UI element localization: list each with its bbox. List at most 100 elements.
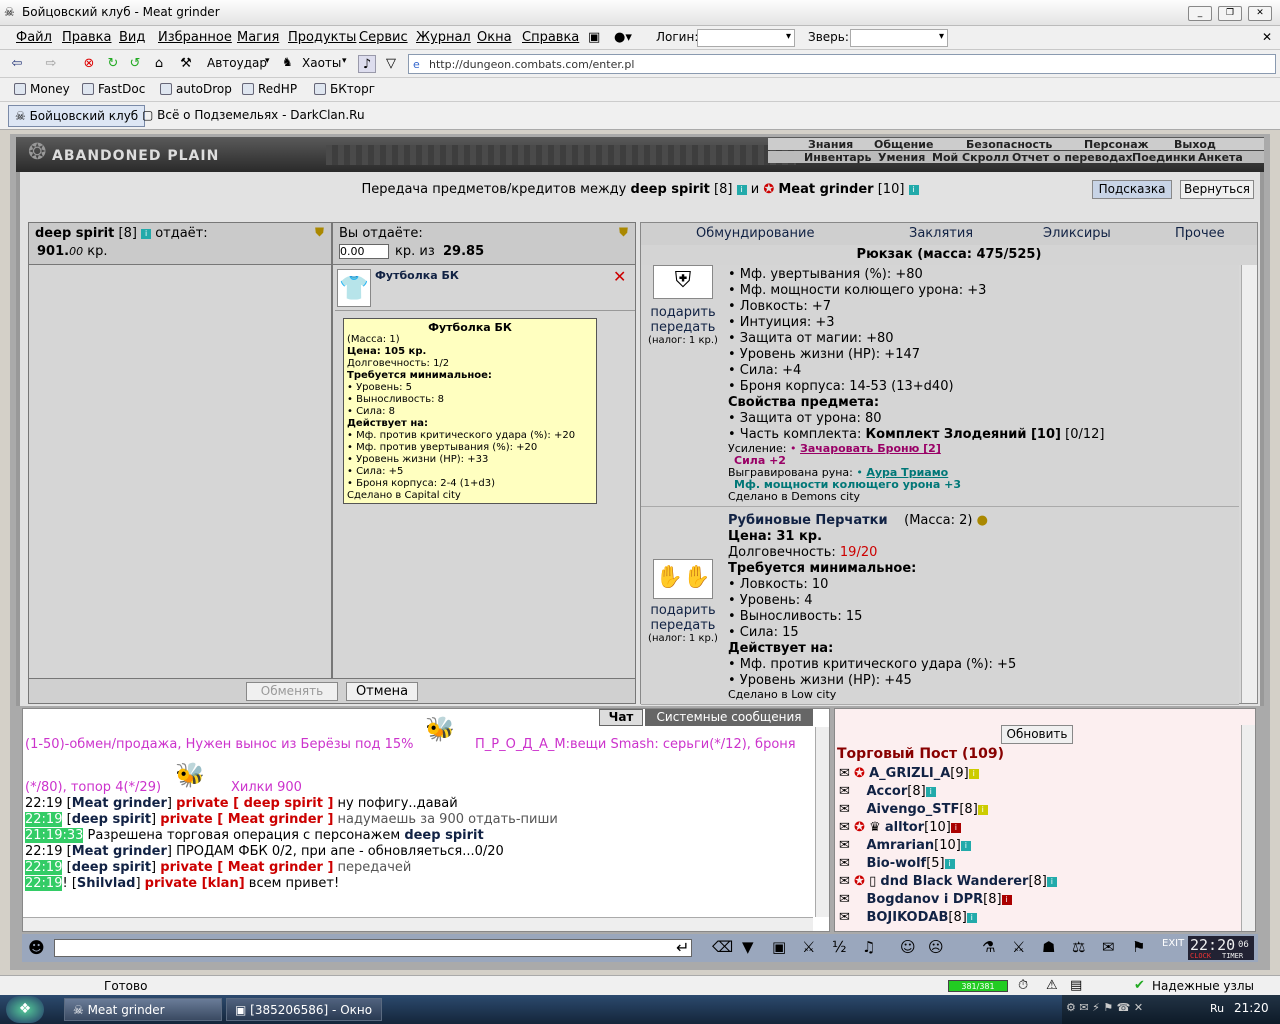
nav-skills[interactable]: Умения <box>878 151 925 164</box>
refresh-button[interactable]: Обновить <box>1001 725 1073 744</box>
user-row[interactable]: ✉ Accor[8] i <box>839 784 936 799</box>
info-icon[interactable]: i <box>925 787 936 797</box>
home-icon[interactable]: ⌂ <box>150 55 168 73</box>
info-icon[interactable]: i <box>944 859 955 869</box>
gloves-icon[interactable]: ✋✋ <box>653 559 713 599</box>
user-row[interactable]: ✉ Aivengo_STF[8] i <box>839 802 988 817</box>
task-meat-grinder[interactable]: ☠ Meat grinder <box>64 998 222 1021</box>
info-icon[interactable]: i <box>1046 877 1057 887</box>
chat-user[interactable]: deep spirit <box>72 812 151 827</box>
maximize-button[interactable]: ❐ <box>1218 6 1242 21</box>
nav-profile[interactable]: Анкета <box>1198 151 1243 164</box>
item2-name[interactable]: Рубиновые Перчатки <box>728 513 888 528</box>
armor-icon[interactable]: ⛨ <box>653 265 713 299</box>
menu-file[interactable]: Файл <box>16 30 52 45</box>
tab-darkclan[interactable]: ▢ Всё о Подземельях - DarkClan.Ru <box>136 105 371 127</box>
private-icon[interactable]: ✉ <box>839 892 850 907</box>
private-icon[interactable]: ✉ <box>839 784 850 799</box>
back-button[interactable]: Вернуться <box>1180 180 1254 199</box>
info-icon[interactable]: i <box>968 769 979 779</box>
address-bar[interactable]: e http://dungeon.combats.com/enter.pl <box>408 54 1276 74</box>
gift-icon[interactable]: ✉ <box>1102 938 1115 956</box>
refresh-icon[interactable]: ↻ <box>104 55 122 73</box>
flag-icon[interactable]: ⚑ <box>1132 938 1145 956</box>
private-icon[interactable]: ✉ <box>839 820 850 835</box>
chat-mode-icon[interactable]: ☻ <box>28 938 45 957</box>
music-icon[interactable]: ♫ <box>862 938 875 956</box>
nav-inventory[interactable]: Инвентарь <box>804 151 871 164</box>
forward-icon[interactable]: ⇨ <box>42 55 60 73</box>
info-icon[interactable]: i <box>1001 895 1012 905</box>
sphere-icon[interactable]: ●▾ <box>614 30 632 45</box>
private-icon[interactable]: ✉ <box>839 766 850 781</box>
potion-icon[interactable]: ⚗ <box>982 938 995 956</box>
nav-social[interactable]: Общение <box>874 138 933 151</box>
chevron-down-icon[interactable]: ▾ <box>342 56 347 66</box>
nav-transfer-report[interactable]: Отчет о переводах <box>1012 151 1133 164</box>
user1-name[interactable]: deep spirit <box>631 182 710 197</box>
offered-item-name[interactable]: Футболка БК <box>375 269 459 282</box>
user2-name[interactable]: Meat grinder <box>778 182 873 197</box>
fighter-icon[interactable]: ⚔ <box>802 938 815 956</box>
user-row[interactable]: ✉ Bio-wolf[5] i <box>839 856 955 871</box>
hint-button[interactable]: Подсказка <box>1092 180 1172 199</box>
tab-system-messages[interactable]: Системные сообщения <box>645 709 813 726</box>
menu-favorites[interactable]: Избранное <box>158 30 232 45</box>
nav-scroll[interactable]: Мой Скролл <box>932 151 1009 164</box>
user-row[interactable]: ✉ ✪ A_GRIZLI_A[9] i <box>839 766 979 781</box>
chat-user[interactable]: deep spirit <box>72 860 151 875</box>
nav-security[interactable]: Безопасность <box>966 138 1052 151</box>
menu-view[interactable]: Вид <box>119 30 145 45</box>
credits-input[interactable] <box>339 244 389 259</box>
nav-exit[interactable]: Выход <box>1174 138 1216 151</box>
autohit-button[interactable]: Автоудар <box>207 56 267 70</box>
chat-input[interactable] <box>54 939 692 957</box>
private-icon[interactable]: ✉ <box>839 856 850 871</box>
sword-icon[interactable]: ⚔ <box>1012 938 1025 956</box>
chaos-button[interactable]: Хаоты <box>302 56 341 70</box>
tools-icon[interactable]: ⚒ <box>177 55 195 73</box>
smiley-icon[interactable]: ☺ <box>900 938 916 956</box>
eraser-icon[interactable]: ⌫ <box>712 938 733 956</box>
menu-help[interactable]: Справка <box>522 30 579 45</box>
tab-spells[interactable]: Заклятия <box>909 226 973 241</box>
tab-fightclub[interactable]: ☠ Бойцовский клуб <box>8 105 146 127</box>
minimize-button[interactable]: _ <box>1188 6 1212 21</box>
user-row[interactable]: ✉ ✪ ♛ alltor[10] i <box>839 820 961 835</box>
sound-icon[interactable]: ♪ <box>358 55 376 73</box>
info-icon[interactable]: i <box>966 913 977 923</box>
link-redhp[interactable]: RedHP <box>242 82 297 96</box>
transfer-link[interactable]: передать <box>641 320 725 335</box>
gift-link[interactable]: подарить <box>641 305 725 320</box>
bag-icon[interactable]: ▣ <box>588 30 600 45</box>
fraction-icon[interactable]: ½ <box>832 938 847 956</box>
tab-elixirs[interactable]: Эликсиры <box>1043 226 1111 241</box>
filter-icon[interactable]: ▽ <box>382 55 400 73</box>
chat-user[interactable]: Meat grinder <box>72 796 167 811</box>
start-button[interactable]: ❖ <box>6 996 44 1023</box>
chat-user[interactable]: Meat grinder <box>72 844 167 859</box>
private-icon[interactable]: ✉ <box>839 838 850 853</box>
exit-icon[interactable]: EXIT <box>1162 938 1184 949</box>
inventory-scrollbar[interactable] <box>1241 265 1257 703</box>
private-icon[interactable]: ✉ <box>839 802 850 817</box>
tab-other[interactable]: Прочее <box>1175 226 1225 241</box>
pet-select[interactable] <box>850 29 948 47</box>
chat-user[interactable]: Shilvlad <box>77 876 136 891</box>
info-icon[interactable]: i <box>977 805 988 815</box>
users-scrollbar[interactable] <box>1241 725 1255 931</box>
link-fastdoc[interactable]: FastDoc <box>82 82 145 96</box>
menu-windows[interactable]: Окна <box>477 30 512 45</box>
info-icon[interactable]: i <box>950 823 961 833</box>
link-bktorg[interactable]: БКторг <box>314 82 375 96</box>
tab-chat[interactable]: Чат <box>599 709 643 726</box>
menu-journal[interactable]: Журнал <box>416 30 471 45</box>
menu-service[interactable]: Сервис <box>359 30 408 45</box>
chevron-down-icon[interactable]: ▾ <box>265 56 270 66</box>
user-row[interactable]: ✉ Bogdanov i DPR[8] i <box>839 892 1012 907</box>
close-menu-icon[interactable]: ✕ <box>1262 30 1272 44</box>
menu-magic[interactable]: Магия <box>237 30 279 45</box>
filter-icon[interactable]: ▼ <box>742 938 754 956</box>
send-icon[interactable]: ↵ <box>676 938 689 957</box>
login-select[interactable] <box>697 29 795 47</box>
